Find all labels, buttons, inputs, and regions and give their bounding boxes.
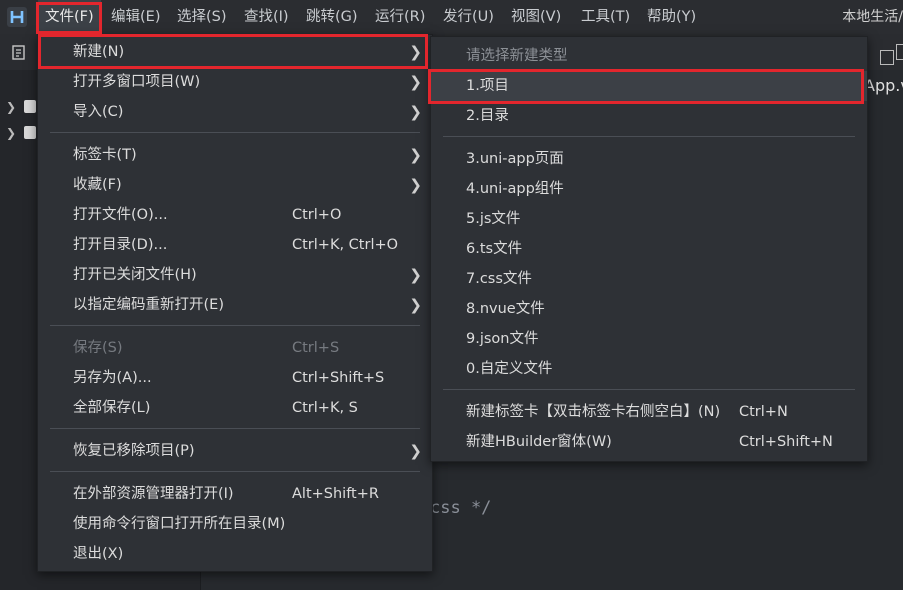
menu-help[interactable]: 帮助(Y) xyxy=(640,0,703,34)
chevron-right-icon: ❯ xyxy=(6,100,17,114)
menu-publish[interactable]: 发行(U) xyxy=(436,0,501,34)
menu-item-import[interactable]: 导入(C) ❯ xyxy=(38,97,432,127)
menu-item-save-all[interactable]: 全部保存(L) Ctrl+K, S xyxy=(38,393,432,423)
submenu-item-uniapp-component[interactable]: 4.uni-app组件 xyxy=(431,174,867,204)
code-line: css */ xyxy=(430,498,492,518)
hbuilder-logo-icon xyxy=(7,7,27,27)
project-icon xyxy=(24,100,36,113)
file-menu: 新建(N) ❯ 打开多窗口项目(W) ❯ 导入(C) ❯ 标签卡(T) ❯ 收藏… xyxy=(37,34,433,572)
chevron-right-icon: ❯ xyxy=(409,43,422,61)
editor-tab-label[interactable]: App.v xyxy=(864,76,903,95)
tab-square-icon xyxy=(880,50,894,65)
menu-item-new[interactable]: 新建(N) ❯ xyxy=(38,37,432,67)
submenu-item-new-window[interactable]: 新建HBuilder窗体(W) Ctrl+Shift+N xyxy=(431,427,867,457)
submenu-item-css-file[interactable]: 7.css文件 xyxy=(431,264,867,294)
menu-item-tabs[interactable]: 标签卡(T) ❯ xyxy=(38,140,432,170)
submenu-item-project[interactable]: 1.项目 xyxy=(431,71,867,101)
menu-item-save-as[interactable]: 另存为(A)... Ctrl+Shift+S xyxy=(38,363,432,393)
chevron-right-icon: ❯ xyxy=(409,176,422,194)
submenu-item-js-file[interactable]: 5.js文件 xyxy=(431,204,867,234)
chevron-right-icon: ❯ xyxy=(409,296,422,314)
submenu-header: 请选择新建类型 xyxy=(466,48,568,64)
tree-item[interactable]: ❯ xyxy=(0,95,36,119)
project-icon xyxy=(24,126,36,139)
chevron-right-icon: ❯ xyxy=(6,126,17,140)
menu-item-open-cmd[interactable]: 使用命令行窗口打开所在目录(M) xyxy=(38,509,432,539)
menubar: 文件(F) 编辑(E) 选择(S) 查找(I) 跳转(G) 运行(R) 发行(U… xyxy=(0,0,903,34)
submenu-item-ts-file[interactable]: 6.ts文件 xyxy=(431,234,867,264)
menu-item-save: 保存(S) Ctrl+S xyxy=(73,340,340,356)
submenu-item-new-tab[interactable]: 新建标签卡【双击标签卡右侧空白】(N) Ctrl+N xyxy=(431,397,867,427)
submenu-item-custom-file[interactable]: 0.自定义文件 xyxy=(431,354,867,384)
menu-edit[interactable]: 编辑(E) xyxy=(104,0,167,34)
menu-item-exit[interactable]: 退出(X) xyxy=(38,539,432,569)
menu-separator xyxy=(443,389,855,390)
menu-file[interactable]: 文件(F) xyxy=(38,0,101,34)
tab-square-icon xyxy=(896,44,903,60)
toolbar-page-icon[interactable] xyxy=(10,44,28,62)
submenu-item-nvue-file[interactable]: 8.nvue文件 xyxy=(431,294,867,324)
chevron-right-icon: ❯ xyxy=(409,146,422,164)
menu-item-open-multi[interactable]: 打开多窗口项目(W) ❯ xyxy=(38,67,432,97)
chevron-right-icon: ❯ xyxy=(409,73,422,91)
menu-item-open-closed[interactable]: 打开已关闭文件(H) ❯ xyxy=(38,260,432,290)
menu-run[interactable]: 运行(R) xyxy=(368,0,432,34)
menu-item-open-file[interactable]: 打开文件(O)... Ctrl+O xyxy=(38,200,432,230)
submenu-item-json-file[interactable]: 9.json文件 xyxy=(431,324,867,354)
menu-find[interactable]: 查找(I) xyxy=(237,0,296,34)
submenu-item-uniapp-page[interactable]: 3.uni-app页面 xyxy=(431,144,867,174)
menu-select[interactable]: 选择(S) xyxy=(170,0,234,34)
new-submenu: 请选择新建类型 1.项目 2.目录 3.uni-app页面 4.uni-app组… xyxy=(430,36,868,462)
chevron-right-icon: ❯ xyxy=(409,442,422,460)
menu-separator xyxy=(50,471,420,472)
menu-item-favorites[interactable]: 收藏(F) ❯ xyxy=(38,170,432,200)
menu-goto[interactable]: 跳转(G) xyxy=(299,0,365,34)
window-title: 本地生活/ xyxy=(842,9,903,25)
menu-tools[interactable]: 工具(T) xyxy=(574,0,637,34)
menu-view[interactable]: 视图(V) xyxy=(504,0,568,34)
menu-separator xyxy=(50,428,420,429)
menu-item-open-dir[interactable]: 打开目录(D)... Ctrl+K, Ctrl+O xyxy=(38,230,432,260)
chevron-right-icon: ❯ xyxy=(409,103,422,121)
menu-separator xyxy=(50,325,420,326)
submenu-item-directory[interactable]: 2.目录 xyxy=(431,101,867,131)
menu-item-restore-removed[interactable]: 恢复已移除项目(P) ❯ xyxy=(38,436,432,466)
menu-item-open-explorer[interactable]: 在外部资源管理器打开(I) Alt+Shift+R xyxy=(38,479,432,509)
menu-item-reopen-encoding[interactable]: 以指定编码重新打开(E) ❯ xyxy=(38,290,432,320)
menu-separator xyxy=(443,136,855,137)
tree-item[interactable]: ❯ xyxy=(0,121,36,145)
chevron-right-icon: ❯ xyxy=(409,266,422,284)
menu-separator xyxy=(50,132,420,133)
